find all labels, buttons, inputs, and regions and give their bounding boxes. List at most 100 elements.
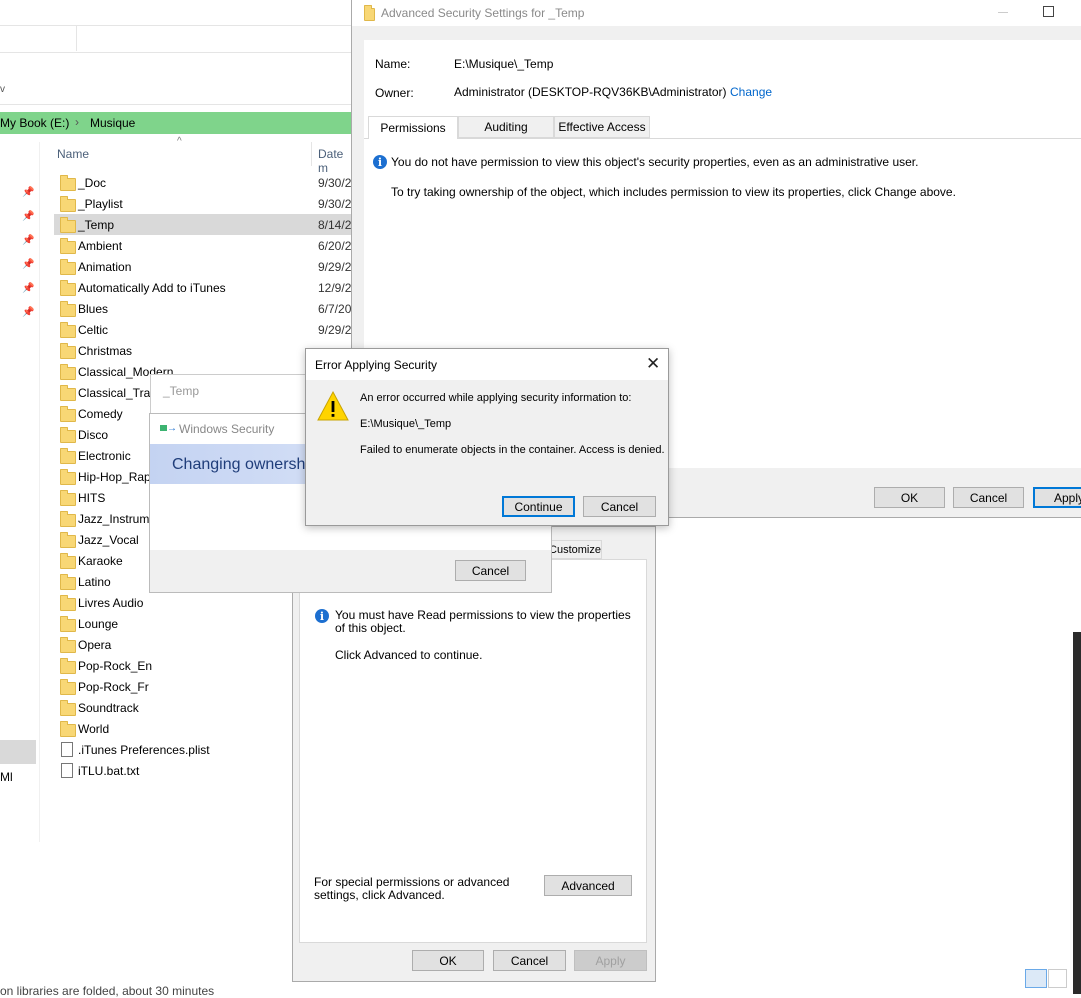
hint-message: To try taking ownership of the object, w… [391, 185, 956, 199]
file-name: Opera [78, 638, 112, 652]
folder-icon [60, 427, 76, 443]
file-name: Pop-Rock_Fr [78, 680, 149, 694]
info-icon: i [315, 609, 329, 623]
name-label: Name: [375, 57, 411, 71]
file-date: 9/29/2 [318, 260, 352, 274]
file-name: Disco [78, 428, 109, 442]
folder-icon [60, 175, 76, 191]
file-name: Electronic [78, 449, 131, 463]
folder-icon [60, 259, 76, 275]
close-icon[interactable]: ✕ [646, 354, 660, 374]
file-name: Classical_Tradi [78, 386, 160, 400]
file-name: HITS [78, 491, 106, 505]
folder-icon [60, 532, 76, 548]
folder-icon [60, 280, 76, 296]
file-name: World [78, 722, 110, 736]
tab-auditing[interactable]: Auditing [458, 116, 554, 138]
folder-icon [60, 637, 76, 653]
file-name: Ambient [78, 239, 123, 253]
folder-icon [60, 511, 76, 527]
info-icon: i [373, 155, 387, 169]
tab-effective-access[interactable]: Effective Access [554, 116, 650, 138]
dialog-title: Error Applying Security [315, 358, 438, 372]
read-permission-message: You must have Read permissions to view t… [335, 608, 631, 635]
folder-icon [60, 406, 76, 422]
column-header-date[interactable]: Date m [318, 147, 352, 175]
expand-chevron-icon[interactable]: v [0, 84, 5, 95]
ribbon-divider [76, 26, 77, 51]
folder-icon [60, 658, 76, 674]
tiles-view-icon[interactable] [1048, 969, 1067, 988]
continue-button[interactable]: Continue [502, 496, 575, 517]
cancel-button[interactable]: Cancel [583, 496, 656, 517]
file-name: Blues [78, 302, 109, 316]
breadcrumb-folder[interactable]: Musique [90, 116, 135, 130]
change-owner-link[interactable]: Change [730, 85, 772, 99]
click-advanced-message: Click Advanced to continue. [335, 648, 483, 662]
column-header-name[interactable]: Name [57, 147, 89, 161]
tab-strip-line [364, 138, 1081, 139]
file-name: Hip-Hop_Rap [78, 470, 151, 484]
folder-icon [60, 364, 76, 380]
file-name: Karaoke [78, 554, 123, 568]
cancel-button[interactable]: Cancel [953, 487, 1024, 508]
warning-icon [316, 390, 350, 422]
ok-button[interactable]: OK [874, 487, 945, 508]
advanced-button[interactable]: Advanced [544, 875, 632, 896]
folder-icon [60, 574, 76, 590]
folder-icon [60, 343, 76, 359]
file-date: 12/9/2 [318, 281, 352, 295]
cancel-button[interactable]: Cancel [493, 950, 566, 971]
error-message-line1: An error occurred while applying securit… [360, 392, 632, 404]
folder-icon [60, 595, 76, 611]
file-name: _Playlist [78, 197, 123, 211]
breadcrumb[interactable]: My Book (E:) › Musique [0, 112, 352, 134]
maximize-icon[interactable] [1043, 6, 1054, 17]
error-path: E:\Musique\_Temp [360, 418, 452, 430]
file-name: _Doc [78, 176, 107, 190]
file-date: 6/7/20 [318, 302, 352, 316]
folder-icon [60, 490, 76, 506]
folder-icon [60, 448, 76, 464]
folder-icon [60, 553, 76, 569]
details-view-icon[interactable] [1025, 969, 1047, 988]
tab-permissions[interactable]: Permissions [368, 116, 458, 139]
file-date: 9/30/2 [318, 176, 352, 190]
folder-icon [60, 217, 76, 233]
explorer-ribbon [0, 25, 352, 53]
special-permissions-message: For special permissions or advanced sett… [314, 875, 510, 902]
file-name: Soundtrack [78, 701, 139, 715]
folder-icon [60, 238, 76, 254]
cancel-button[interactable]: Cancel [455, 560, 526, 581]
file-date: 9/29/2 [318, 323, 352, 337]
minimize-icon[interactable] [998, 12, 1008, 13]
dialog-title: _Temp [163, 384, 200, 398]
security-shield-icon [160, 425, 167, 431]
sort-arrow-icon: ^ [177, 136, 182, 147]
apply-button[interactable]: Apply [1033, 487, 1081, 508]
error-message-line3: Failed to enumerate objects in the conta… [360, 444, 665, 456]
breadcrumb-drive[interactable]: My Book (E:) [0, 116, 69, 130]
folder-icon [60, 679, 76, 695]
title-bar: Advanced Security Settings for _Temp [352, 0, 1081, 26]
file-date: 6/20/2 [318, 239, 352, 253]
status-text: on libraries are folded, about 30 minute… [0, 984, 215, 998]
column-divider [311, 142, 312, 166]
file-name: Latino [78, 575, 111, 589]
file-name: Celtic [78, 323, 109, 337]
folder-icon [60, 700, 76, 716]
security-arrow-icon: → [167, 423, 177, 434]
error-dialog: Error Applying Security ✕ An error occur… [305, 348, 669, 526]
file-name: Jazz_Instrume [78, 512, 157, 526]
ok-button[interactable]: OK [412, 950, 484, 971]
folder-icon [60, 196, 76, 212]
properties-window: Customize i You must have Read permissio… [292, 526, 656, 982]
plist-file-icon [61, 742, 73, 757]
dialog-title: Windows Security [179, 422, 275, 436]
file-name: Automatically Add to iTunes [78, 281, 226, 295]
file-name: .iTunes Preferences.plist [78, 743, 210, 757]
tab-customize[interactable]: Customize [548, 540, 602, 559]
apply-button[interactable]: Apply [574, 950, 647, 971]
owner-value: Administrator (DESKTOP-RQV36KB\Administr… [454, 85, 727, 99]
breadcrumb-separator-icon: › [75, 115, 79, 129]
